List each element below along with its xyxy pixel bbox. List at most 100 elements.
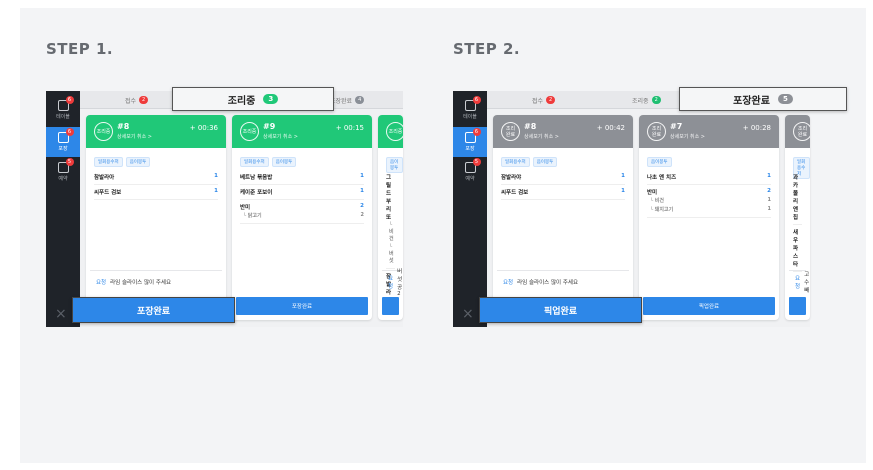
option-qty: 1 bbox=[767, 206, 771, 212]
order-card[interactable]: 조리중#2상세보음이봉투그릴드 부리또└ 비건└ 버섯잠발라야요청버섯 공2 bbox=[378, 115, 403, 320]
sidebar-item-0[interactable]: 6 테이블 bbox=[46, 95, 80, 125]
option-name: 비건 bbox=[654, 198, 664, 204]
request-text: 고수 빼 bbox=[804, 271, 810, 294]
order-card[interactable]: 조리 완료#23상세일회용수저과카몰리 앤 칩새우 파스타요청고수 빼 bbox=[785, 115, 810, 320]
order-item-name: 참발라아 bbox=[94, 175, 115, 181]
order-item-name: 케이준 포보이 bbox=[240, 190, 273, 196]
order-card[interactable]: 조리 완료 #7 상세보기 취소 > + 00:28 음이봉투 나초 앤 치즈 1 반미 2 └ … bbox=[639, 115, 779, 320]
order-tags: 음이봉투 bbox=[647, 157, 672, 167]
order-item-qty: 1 bbox=[621, 173, 625, 179]
order-item-qty: 2 bbox=[360, 203, 364, 209]
order-elapsed-time: + 00:15 bbox=[335, 124, 364, 132]
table-icon: 6 bbox=[57, 96, 74, 111]
complete-button[interactable]: 픽업완료 bbox=[643, 297, 775, 315]
tab-2[interactable]: 포장완료 4 bbox=[330, 91, 365, 109]
order-item: 참발라아 1 bbox=[94, 170, 218, 185]
complete-button[interactable] bbox=[382, 297, 399, 315]
order-item-name: 나초 앤 치즈 bbox=[647, 175, 677, 181]
sidebar-badge: 6 bbox=[472, 96, 481, 104]
sidebar-item-0[interactable]: 6 테이블 bbox=[453, 95, 487, 125]
request-label: 요청 bbox=[388, 275, 394, 290]
order-item-option: └ 돼지고기 1 bbox=[647, 205, 771, 214]
order-items: 나초 앤 치즈 1 반미 2 └ 비건 1 └ 돼지고기 1 bbox=[647, 170, 771, 218]
order-item-qty: 1 bbox=[360, 188, 364, 194]
sidebar-item-label: 예약 bbox=[465, 176, 475, 182]
table-icon: 6 bbox=[464, 96, 481, 111]
order-request: 요청 라임 슬라이스 많이 주세요 bbox=[497, 270, 629, 292]
highlighted-complete-button-callout[interactable]: 포장완료 bbox=[72, 297, 235, 323]
option-branch-icon: └ bbox=[389, 244, 393, 250]
request-label: 요청 bbox=[795, 275, 801, 290]
order-item-name: 씨푸드 검보 bbox=[94, 190, 122, 196]
order-tags: 일회용수저 음이봉투 bbox=[240, 157, 297, 167]
tab-count-badge: 2 bbox=[651, 96, 661, 104]
tab-0[interactable]: 접수 2 bbox=[125, 91, 149, 109]
order-item: 반미 2 └ 닭고기 2 bbox=[240, 200, 364, 224]
tab-label: 접수 bbox=[532, 97, 544, 105]
highlighted-tab-callout[interactable]: 포장완료 5 bbox=[679, 87, 847, 111]
order-number: #9 bbox=[263, 122, 276, 131]
tab-0[interactable]: 접수 2 bbox=[532, 91, 556, 109]
request-text: 라임 슬라이스 많이 주세요 bbox=[110, 279, 172, 286]
option-name: 돼지고기 bbox=[654, 207, 674, 213]
order-tag: 음이봉투 bbox=[532, 157, 558, 167]
order-card[interactable]: 조리 완료 #8 상세보기 취소 > + 00:42 일회용수저 음이봉투 잠발라야 1 씨푸드… bbox=[493, 115, 633, 320]
order-number: #8 bbox=[524, 122, 537, 131]
complete-button[interactable]: 포장완료 bbox=[236, 297, 368, 315]
highlighted-complete-button-callout[interactable]: 픽업완료 bbox=[479, 297, 642, 323]
order-tag: 일회용수저 bbox=[94, 157, 123, 167]
order-status-icon: 조리중 bbox=[240, 122, 259, 141]
order-detail-link[interactable]: 상세보기 취소 > bbox=[263, 133, 298, 140]
order-item-qty: 1 bbox=[360, 173, 364, 179]
order-number: #8 bbox=[117, 122, 130, 131]
order-tag: 음이봉투 bbox=[271, 157, 297, 167]
order-card[interactable]: 조리중 #8 상세보기 취소 > + 00:36 일회용수저 음이봉투 참발라아 1 씨푸드 검… bbox=[86, 115, 226, 320]
sidebar-item-2[interactable]: 5 예약 bbox=[46, 157, 80, 187]
option-qty: 2 bbox=[360, 212, 364, 218]
order-card-header: 조리중 #8 상세보기 취소 > + 00:36 bbox=[86, 115, 226, 148]
step1-title: STEP 1. bbox=[46, 40, 114, 58]
highlighted-tab-callout[interactable]: 조리중 3 bbox=[172, 87, 334, 111]
callout-tab-count: 5 bbox=[777, 94, 793, 104]
sidebar-item-1[interactable]: 6 포장 bbox=[46, 127, 80, 157]
close-icon[interactable]: × bbox=[462, 307, 474, 321]
order-item: 새우 파스타 bbox=[793, 225, 802, 272]
sidebar-item-1[interactable]: 6 포장 bbox=[453, 127, 487, 157]
order-card-header: 조리 완료#23상세 bbox=[785, 115, 810, 148]
order-card[interactable]: 조리중 #9 상세보기 취소 > + 00:15 일회용수저 음이봉투베트남 볶음밥 1 케이… bbox=[232, 115, 372, 320]
order-item-option: └ 버섯 bbox=[386, 243, 395, 265]
order-card-header: 조리중#2상세보 bbox=[378, 115, 403, 148]
option-name: 버섯 bbox=[389, 251, 394, 264]
order-item-option: └ 비건 1 bbox=[647, 196, 771, 205]
callout-tab-label: 포장완료 bbox=[733, 95, 770, 107]
order-item-name: 씨푸드 검보 bbox=[501, 190, 529, 196]
order-item: 반미 2 └ 비건 1 └ 돼지고기 1 bbox=[647, 185, 771, 218]
tab-1[interactable]: 조리중 2 bbox=[632, 91, 661, 109]
takeout-icon: 6 bbox=[464, 128, 481, 143]
step1-screenshot: 6테이블6포장5예약×접수2조리중3포장완료4조리중#8상세보기 취소 >+ 0… bbox=[46, 87, 403, 327]
order-item-name: 그릴드 부리또 bbox=[386, 175, 392, 221]
order-detail-link[interactable]: 상세보기 취소 > bbox=[117, 133, 152, 140]
sidebar-badge: 6 bbox=[65, 128, 74, 136]
order-item-name: 베트남 볶음밥 bbox=[240, 175, 273, 181]
step2-title: STEP 2. bbox=[453, 40, 521, 58]
reservation-icon: 5 bbox=[57, 158, 74, 173]
order-item-qty: 1 bbox=[767, 173, 771, 179]
order-tag: 음이봉투 bbox=[647, 157, 672, 167]
close-icon[interactable]: × bbox=[55, 307, 67, 321]
step2-screenshot: 6테이블6포장5예약×접수2조리중2포장완료5조리 완료#8상세보기 취소 >+… bbox=[453, 87, 847, 327]
order-item: 씨푸드 검보 1 bbox=[501, 185, 625, 200]
order-detail-link[interactable]: 상세보기 취소 > bbox=[670, 133, 705, 140]
complete-button[interactable] bbox=[789, 297, 806, 315]
sidebar-badge: 5 bbox=[65, 158, 74, 166]
sidebar-item-2[interactable]: 5 예약 bbox=[453, 157, 487, 187]
order-detail-link[interactable]: 상세보기 취소 > bbox=[524, 133, 559, 140]
sidebar-item-label: 포장 bbox=[465, 146, 475, 152]
order-elapsed-time: + 00:42 bbox=[596, 124, 625, 132]
callout-tab-count: 3 bbox=[263, 94, 279, 104]
sidebar-badge: 6 bbox=[65, 96, 74, 104]
sidebar-item-label: 포장 bbox=[58, 146, 68, 152]
order-tags: 일회용수저 음이봉투 bbox=[501, 157, 558, 167]
tab-count-badge: 2 bbox=[546, 96, 556, 104]
sidebar-badge: 6 bbox=[472, 128, 481, 136]
